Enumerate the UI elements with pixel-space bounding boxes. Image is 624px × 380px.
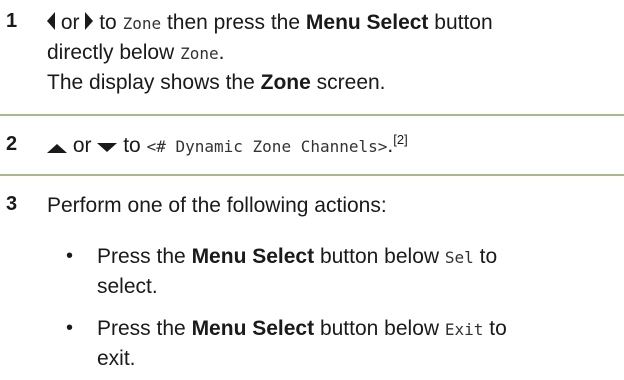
to-word: to (99, 11, 117, 34)
or-word: or (72, 134, 92, 157)
right-arrow-icon (85, 9, 94, 38)
action-prefix: Press the (97, 245, 186, 268)
zone-code-2: Zone (180, 44, 219, 63)
step-intro: Perform one of the following actions: (47, 194, 387, 217)
to-word: to (123, 134, 141, 157)
step-number: 1 (6, 10, 18, 32)
result-screen: Zone (260, 71, 311, 94)
step-1: 1 or to Zone then press the Menu Select … (0, 0, 624, 104)
divider (0, 114, 624, 116)
action-item: Press the Menu Select button below Sel t… (97, 242, 618, 301)
mid-text: then press the (166, 11, 301, 34)
up-arrow-icon (47, 132, 67, 161)
left-arrow-icon (47, 9, 55, 38)
step-text: or to <# Dynamic Zone Channels>.[2] (47, 131, 618, 161)
or-word: or (60, 11, 80, 34)
result-suffix: screen. (316, 71, 386, 94)
divider (0, 174, 624, 176)
action-prefix: Press the (97, 317, 186, 340)
action-line2: select. (97, 275, 158, 298)
bullet: • (66, 245, 74, 267)
step-3: 3 Perform one of the following actions: … (0, 178, 624, 380)
action-mid: button below (319, 317, 440, 340)
line2-text: directly below (47, 41, 175, 64)
button-name: Menu Select (191, 317, 315, 340)
zone-code: Zone (122, 14, 162, 33)
step-number: 2 (6, 133, 18, 155)
button-word: button (434, 11, 493, 34)
channel-code: <# Dynamic Zone Channels> (146, 137, 388, 156)
sel-code: Sel (444, 248, 474, 267)
action-line2: exit. (97, 347, 136, 370)
step-2: 2 or to <# Dynamic Zone Channels>.[2] (0, 118, 624, 166)
exit-code: Exit (444, 320, 484, 339)
period: . (218, 41, 225, 64)
footnote-ref[interactable]: [2] (393, 132, 407, 147)
action-suffix: to (489, 317, 507, 340)
action-item: Press the Menu Select button below Exit … (97, 314, 618, 373)
action-suffix: to (479, 245, 498, 268)
down-arrow-icon (97, 132, 118, 161)
action-mid: button below (319, 245, 440, 268)
step-text: or to Zone then press the Menu Select bu… (47, 8, 618, 97)
step-number: 3 (6, 193, 18, 215)
result-prefix: The display shows the (47, 71, 255, 94)
button-name: Menu Select (191, 245, 315, 268)
bullet: • (66, 317, 74, 339)
button-name: Menu Select (305, 11, 429, 34)
